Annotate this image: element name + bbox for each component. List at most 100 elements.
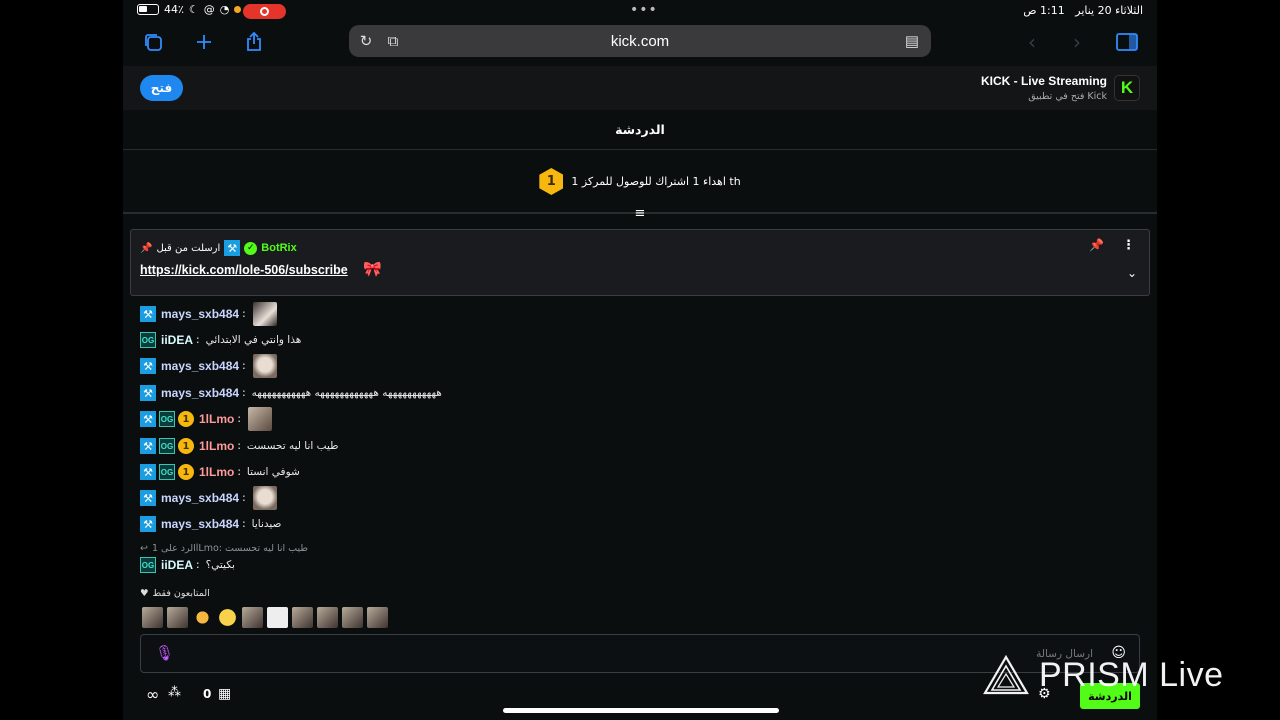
mod-badge-icon: ⚒: [140, 358, 156, 374]
emote-icon[interactable]: [317, 607, 338, 628]
message-text: بكيتي؟: [205, 559, 235, 571]
mod-badge-icon: ⚒: [140, 411, 156, 427]
multitasking-dots[interactable]: •••: [630, 2, 658, 18]
emote-icon[interactable]: [292, 607, 313, 628]
pinned-link[interactable]: https://kick.com/lole-506/subscribe: [140, 263, 348, 277]
username[interactable]: mays_sxb484: [161, 359, 239, 373]
emote-icon[interactable]: [367, 607, 388, 628]
username[interactable]: mays_sxb484: [161, 386, 239, 400]
app-banner: فتح KICK - Live Streaming فتح في تطبيق K…: [123, 66, 1157, 110]
recording-dot-icon: [234, 6, 242, 13]
forward-icon[interactable]: ›: [1063, 30, 1091, 54]
extensions-icon[interactable]: ⧉: [382, 31, 404, 51]
username[interactable]: 1lLmo: [199, 465, 234, 479]
emote-icon: [252, 486, 277, 510]
bow-emote-icon: 🎀: [363, 260, 382, 278]
chat-message: ⚒ mays_sxb484:: [140, 354, 277, 378]
message-text: صيدنايا: [251, 518, 282, 530]
reply-icon: ↩: [140, 543, 148, 554]
sub-badge-icon: 1: [178, 411, 194, 427]
message-text: طيب انا ليه تحسست: [246, 440, 339, 452]
mod-badge-icon: ⚒: [140, 516, 156, 532]
colon: :: [242, 360, 246, 372]
sidebar-icon[interactable]: [1113, 30, 1141, 54]
verified-icon: ✓: [244, 241, 258, 255]
infinity-icon[interactable]: ∞: [146, 685, 159, 704]
store-icon[interactable]: ▦: [218, 686, 231, 702]
og-badge-icon: OG: [140, 557, 156, 573]
microphone-icon[interactable]: 🎙: [155, 644, 174, 662]
chat-message: ⚒ mays_sxb484: هههههههههههه هههههههههههه…: [140, 385, 442, 401]
og-badge-icon: OG: [159, 438, 175, 454]
og-badge-icon: OG: [159, 411, 175, 427]
browser-toolbar: ↻ ⧉ kick.com ▤ ‹ ›: [123, 22, 1157, 66]
moon-icon: ☾: [188, 3, 199, 16]
followers-only-text: المتابعون فقط: [152, 588, 210, 599]
status-left: 44٪ ☾ @ ◔: [137, 3, 242, 16]
address-bar[interactable]: ↻ ⧉ kick.com ▤: [349, 25, 931, 57]
subscription-goal: 1 اهداء 1 اشتراك للوصول للمركز 1 th: [123, 151, 1157, 214]
goal-badge-icon: 1: [539, 168, 564, 195]
mod-badge-icon: ⚒: [224, 240, 241, 256]
status-right: الثلاثاء 20 يناير 1:11 ص: [1023, 4, 1143, 17]
username[interactable]: mays_sxb484: [161, 491, 239, 505]
emote-icon: [247, 407, 272, 431]
open-app-button[interactable]: فتح: [140, 75, 183, 101]
points-icon[interactable]: ⁂: [168, 685, 181, 700]
reader-icon[interactable]: ▤: [901, 31, 923, 51]
more-options-icon[interactable]: ⋮: [1122, 238, 1135, 253]
collapse-icon[interactable]: ≡: [633, 207, 647, 221]
username[interactable]: 1lLmo: [199, 412, 234, 426]
recent-emotes: [142, 607, 388, 628]
mod-badge-icon: ⚒: [140, 306, 156, 322]
home-indicator[interactable]: [503, 708, 779, 713]
username[interactable]: 1lLmo: [199, 439, 234, 453]
reload-icon[interactable]: ↻: [355, 31, 377, 51]
username[interactable]: mays_sxb484: [161, 307, 239, 321]
colon: :: [196, 559, 200, 571]
share-icon[interactable]: [240, 30, 268, 54]
watermark-text: PRISM Live: [1039, 655, 1224, 694]
tabs-icon[interactable]: [139, 30, 167, 54]
emote-icon[interactable]: [267, 607, 288, 628]
url-text: kick.com: [610, 32, 670, 50]
mod-badge-icon: ⚒: [140, 490, 156, 506]
heart-icon: ♥: [140, 588, 149, 599]
emote-icon: [252, 354, 277, 378]
prism-live-watermark: PRISM Live: [983, 652, 1253, 698]
emote-icon[interactable]: [167, 607, 188, 628]
emote-icon[interactable]: [342, 607, 363, 628]
pinned-meta: 📌 ارسلت من قبل ⚒ ✓ BotRix: [140, 240, 297, 256]
record-icon: [260, 7, 269, 16]
points-count: 0: [203, 687, 212, 701]
new-tab-icon[interactable]: [190, 30, 218, 54]
chat-message: OG iiDEA: هذا وانتي في الابتدائي: [140, 332, 301, 348]
wifi-icon: ◔: [219, 3, 230, 16]
emote-icon[interactable]: [242, 607, 263, 628]
username[interactable]: mays_sxb484: [161, 517, 239, 531]
reply-context[interactable]: ↩ الرد على 1lLmo: طيب انا ليه تحسست: [140, 543, 308, 554]
time: 1:11 ص: [1023, 4, 1065, 17]
chat-header: الدردشة: [123, 110, 1157, 150]
emote-icon[interactable]: [192, 607, 213, 628]
colon: :: [242, 518, 246, 530]
chevron-down-icon[interactable]: ⌄: [1127, 266, 1137, 280]
og-badge-icon: OG: [159, 464, 175, 480]
username[interactable]: iiDEA: [161, 333, 193, 347]
back-icon[interactable]: ‹: [1018, 30, 1046, 54]
emote-icon[interactable]: [217, 607, 238, 628]
screen-recording-indicator[interactable]: [243, 4, 286, 19]
message-text: هذا وانتي في الابتدائي: [205, 334, 302, 346]
chat-messages: ⚒ mays_sxb484: OG iiDEA: هذا وانتي في ال…: [140, 300, 1140, 585]
colon: :: [237, 413, 241, 425]
pinned-message[interactable]: 📌 ارسلت من قبل ⚒ ✓ BotRix https://kick.c…: [130, 229, 1150, 296]
username[interactable]: iiDEA: [161, 558, 193, 572]
unpin-icon[interactable]: 📌: [1089, 238, 1104, 252]
status-bar: 44٪ ☾ @ ◔ ••• الثلاثاء 20 يناير 1:11 ص: [123, 0, 1157, 22]
message-text: هههههههههههه ههههههههههههه هههههههههههه: [251, 387, 442, 399]
banner-subtitle: فتح في تطبيق Kick: [1028, 91, 1107, 102]
emote-icon[interactable]: [142, 607, 163, 628]
pinned-note: ارسلت من قبل: [156, 242, 221, 254]
chat-message: ⚒ OG 1 1lLmo: طيب انا ليه تحسست: [140, 438, 339, 454]
pinned-username[interactable]: BotRix: [261, 242, 296, 254]
